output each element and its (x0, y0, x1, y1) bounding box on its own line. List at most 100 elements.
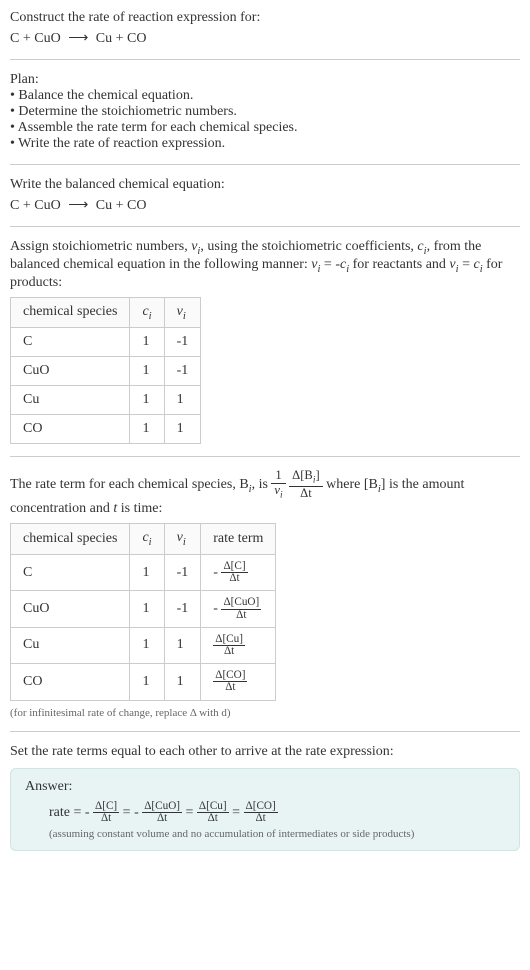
sign: - (85, 804, 90, 819)
numerator: Δ[Cu] (197, 801, 229, 813)
balanced-eq-rhs: Cu + CO (96, 198, 147, 213)
divider (10, 164, 520, 165)
denominator: Δt (213, 646, 245, 657)
balanced-prompt: Write the balanced chemical equation: (10, 177, 520, 193)
text: , using the stoichiometric coefficients, (200, 239, 417, 254)
intro-section: Construct the rate of reaction expressio… (10, 10, 520, 47)
intro-eq-rhs: Cu + CO (96, 31, 147, 46)
stoich-intro: Assign stoichiometric numbers, νi, using… (10, 239, 520, 291)
text: , is (252, 477, 272, 492)
divider (10, 456, 520, 457)
cell-nu: -1 (164, 328, 201, 357)
balanced-eq-lhs: C + CuO (10, 198, 61, 213)
table-header-row: chemical species ci νi rate term (11, 524, 276, 555)
equals: = (186, 804, 197, 819)
cell-rate: Δ[Cu] Δt (201, 627, 276, 663)
denominator: Δt (289, 487, 323, 501)
plan-bullet: • Determine the stoichiometric numbers. (10, 104, 520, 120)
rate-fraction: Δ[C] Δt (93, 801, 119, 824)
numerator: Δ[CO] (244, 801, 278, 813)
answer-note: (assuming constant volume and no accumul… (49, 828, 505, 840)
plan-heading: Plan: (10, 72, 520, 88)
plan-bullet: • Write the rate of reaction expression. (10, 136, 520, 152)
cell-species: CuO (11, 357, 130, 386)
rate-fraction: Δ[CuO] Δt (142, 801, 182, 824)
denominator: Δt (221, 573, 247, 584)
table-header-row: chemical species ci νi (11, 297, 201, 328)
cell-c: 1 (130, 386, 164, 415)
denominator: Δt (93, 813, 119, 824)
fraction-one-over-nu: 1 νi (271, 469, 285, 501)
table-row: C 1 -1 (11, 328, 201, 357)
cell-species: C (11, 554, 130, 590)
cell-nu: 1 (164, 386, 201, 415)
text: Δ[B (292, 468, 313, 482)
denominator: νi (271, 484, 285, 501)
equals: = (232, 804, 243, 819)
rate-fraction: Δ[CO] Δt (213, 670, 247, 693)
cell-nu: 1 (164, 664, 201, 700)
intro-eq-lhs: C + CuO (10, 31, 61, 46)
rateterm-table: chemical species ci νi rate term C 1 -1 … (10, 523, 276, 700)
rate-fraction: Δ[Cu] Δt (213, 634, 245, 657)
divider (10, 731, 520, 732)
rateterm-section: The rate term for each chemical species,… (10, 469, 520, 718)
final-section: Set the rate terms equal to each other t… (10, 744, 520, 851)
table-row: Cu 1 1 (11, 386, 201, 415)
numerator: Δ[CuO] (142, 801, 182, 813)
text: The rate term for each chemical species,… (10, 477, 249, 492)
balanced-section: Write the balanced chemical equation: C … (10, 177, 520, 214)
col-c: ci (130, 524, 164, 555)
divider (10, 59, 520, 60)
fraction-delta-b: Δ[Bi] Δt (289, 469, 323, 501)
table-row: C 1 -1 - Δ[C] Δt (11, 554, 276, 590)
sign: - (134, 804, 139, 819)
balanced-equation: C + CuO ⟶ Cu + CO (10, 197, 520, 214)
col-nu: νi (164, 297, 201, 328)
final-prompt: Set the rate terms equal to each other t… (10, 744, 520, 760)
text: = - (320, 257, 340, 272)
rateterm-intro: The rate term for each chemical species,… (10, 469, 520, 517)
cell-c: 1 (130, 328, 164, 357)
denominator: Δt (197, 813, 229, 824)
cell-rate: - Δ[CuO] Δt (201, 591, 276, 627)
cell-species: CO (11, 664, 130, 700)
cell-nu: -1 (164, 554, 201, 590)
table-row: CO 1 1 (11, 415, 201, 444)
denominator: Δt (221, 610, 261, 621)
cell-species: Cu (11, 627, 130, 663)
numerator: Δ[C] (93, 801, 119, 813)
denominator: Δt (142, 813, 182, 824)
rate-fraction: Δ[CO] Δt (244, 801, 278, 824)
equals: = (123, 804, 134, 819)
text: ] (315, 468, 319, 482)
intro-equation: C + CuO ⟶ Cu + CO (10, 30, 520, 47)
stoich-section: Assign stoichiometric numbers, νi, using… (10, 239, 520, 444)
col-rate: rate term (201, 524, 276, 555)
cell-nu: 1 (164, 627, 201, 663)
col-species: chemical species (11, 297, 130, 328)
rate-expression: rate = - Δ[C] Δt = - Δ[CuO] Δt = Δ[Cu] Δ… (49, 801, 505, 824)
denominator: Δt (244, 813, 278, 824)
sign: - (213, 601, 218, 616)
reaction-arrow-icon: ⟶ (68, 30, 88, 47)
sign: - (213, 565, 218, 580)
plan-section: Plan: • Balance the chemical equation. •… (10, 72, 520, 152)
text: = (459, 257, 474, 272)
reaction-arrow-icon: ⟶ (68, 197, 88, 214)
rateterm-footnote: (for infinitesimal rate of change, repla… (10, 707, 520, 719)
cell-species: C (11, 328, 130, 357)
numerator: Δ[Bi] (289, 469, 323, 487)
denominator: Δt (213, 682, 247, 693)
cell-c: 1 (130, 591, 164, 627)
table-row: CuO 1 -1 (11, 357, 201, 386)
text: is time: (117, 501, 162, 516)
text: for reactants and (349, 257, 449, 272)
numerator: Δ[CuO] (221, 597, 261, 609)
cell-rate: Δ[CO] Δt (201, 664, 276, 700)
col-species: chemical species (11, 524, 130, 555)
answer-label: Answer: (25, 779, 505, 795)
cell-c: 1 (130, 357, 164, 386)
text: where [B (326, 477, 378, 492)
plan-bullet: • Assemble the rate term for each chemic… (10, 120, 520, 136)
